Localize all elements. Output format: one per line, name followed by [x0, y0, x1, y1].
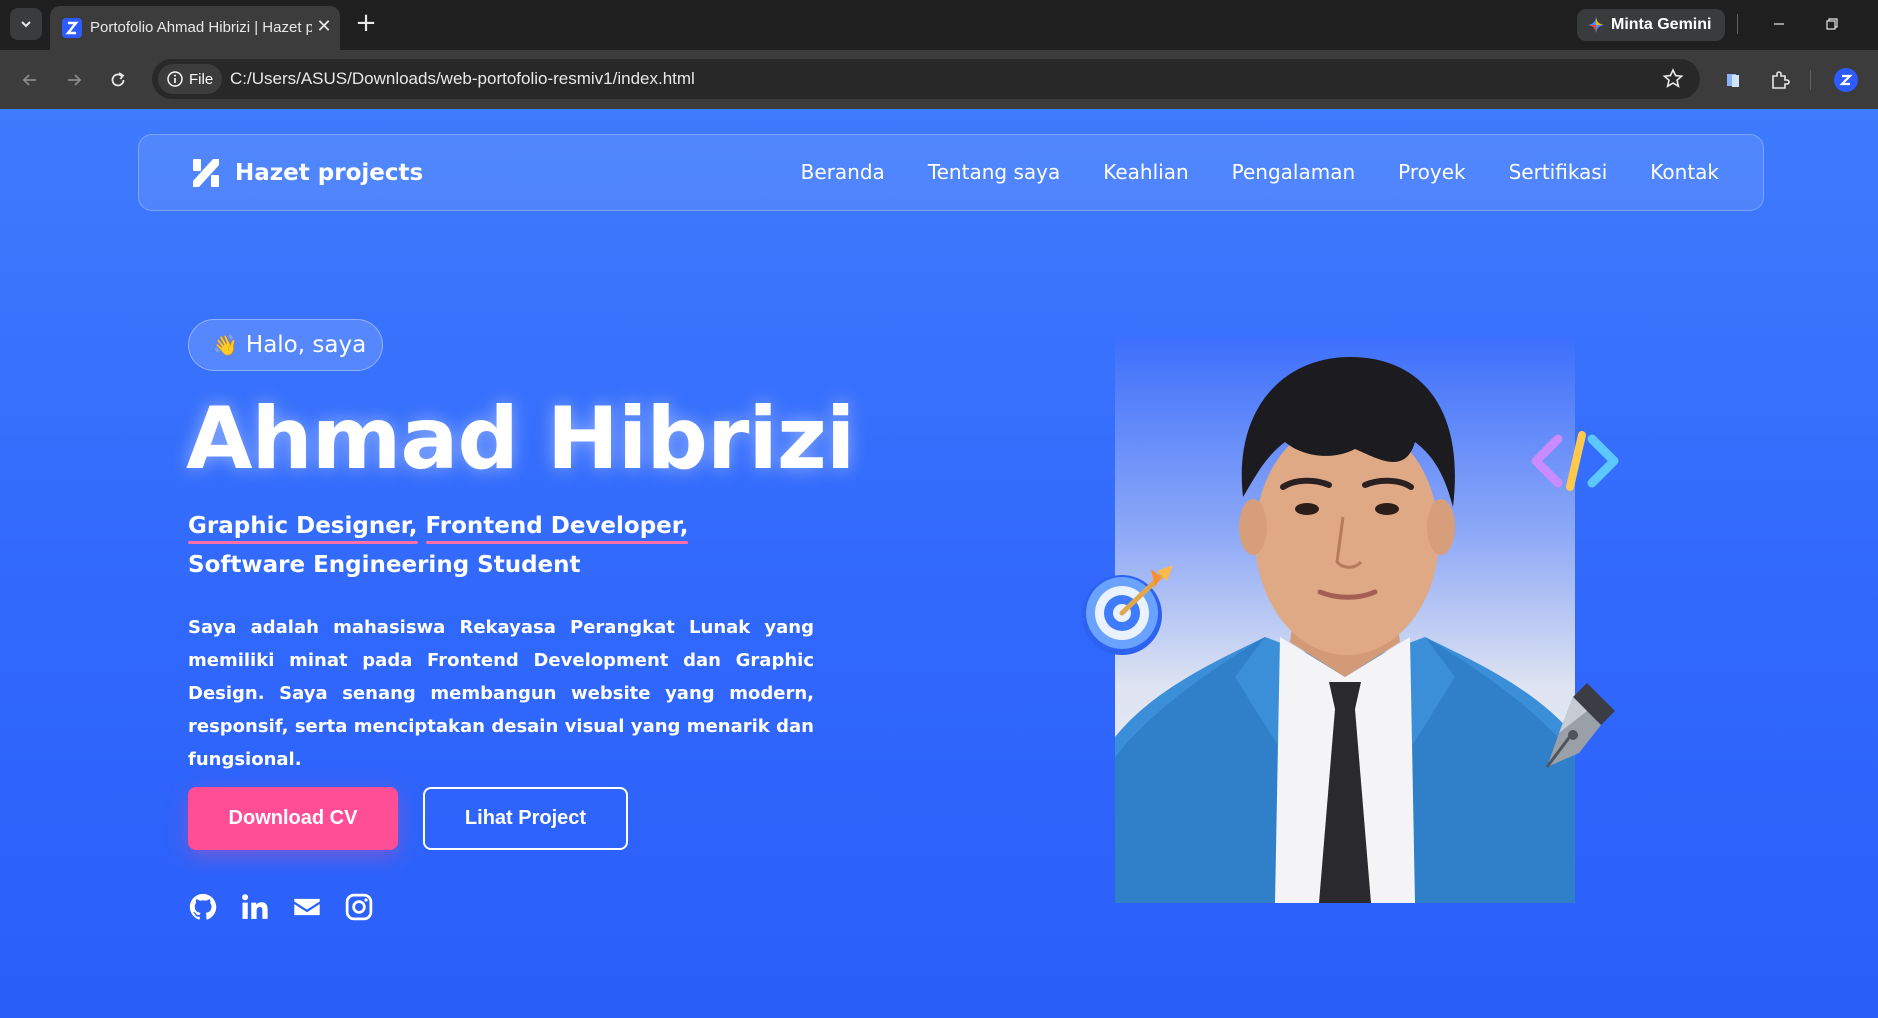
profile-photo [1115, 337, 1575, 903]
bookmark-star-icon[interactable] [1660, 66, 1686, 92]
site-info-chip[interactable]: File [158, 64, 222, 94]
chevron-down-icon [21, 21, 31, 28]
github-icon[interactable] [188, 892, 218, 922]
nav-link-beranda[interactable]: Beranda [801, 160, 885, 184]
brand-logo-link[interactable]: Hazet projects [191, 157, 423, 189]
code-tag-icon [1531, 431, 1619, 491]
linkedin-icon[interactable] [240, 892, 270, 922]
nav-link-kontak[interactable]: Kontak [1650, 160, 1719, 184]
reading-list-icon[interactable] [1719, 66, 1747, 94]
toolbar-divider [1810, 70, 1811, 90]
nav-links: Beranda Tentang saya Keahlian Pengalaman… [801, 160, 1719, 184]
instagram-icon[interactable] [344, 892, 374, 922]
gemini-label: Minta Gemini [1611, 16, 1712, 33]
browser-toolbar: File C:/Users/ASUS/Downloads/web-portofo… [0, 50, 1878, 109]
site-navbar: Hazet projects Beranda Tentang saya Keah… [138, 134, 1764, 211]
window-controls-divider [1737, 14, 1738, 34]
tab-title: Portofolio Ahmad Hibrizi | Hazet project… [90, 19, 312, 36]
gemini-button[interactable]: Minta Gemini [1577, 9, 1725, 41]
hero-roles: Graphic Designer, Frontend Developer, So… [188, 507, 928, 585]
favicon-icon [62, 18, 82, 38]
target-dart-icon [1082, 565, 1173, 655]
nav-link-pengalaman[interactable]: Pengalaman [1232, 160, 1356, 184]
reload-button[interactable] [102, 64, 134, 96]
download-cv-button[interactable]: Download CV [188, 787, 398, 850]
hero-description: Saya adalah mahasiswa Rekayasa Perangkat… [188, 617, 814, 770]
browser-tab-active[interactable]: Portofolio Ahmad Hibrizi | Hazet project… [50, 6, 340, 50]
restore-window-icon[interactable] [1818, 10, 1846, 38]
role-graphic-designer: Graphic Designer, [188, 507, 418, 546]
social-links [188, 892, 374, 922]
nav-link-sertifikasi[interactable]: Sertifikasi [1509, 160, 1608, 184]
pen-nib-icon [1545, 683, 1615, 768]
url-text[interactable]: C:/Users/ASUS/Downloads/web-portofolio-r… [230, 69, 695, 89]
greeting-text: Halo, saya [245, 332, 367, 358]
portfolio-page: Hazet projects Beranda Tentang saya Keah… [0, 109, 1878, 1018]
minimize-window-icon[interactable] [1765, 10, 1793, 38]
email-icon[interactable] [292, 892, 322, 922]
nav-link-tentang-saya[interactable]: Tentang saya [928, 160, 1060, 184]
close-tab-icon[interactable]: ✕ [314, 16, 334, 38]
browser-tab-bar: Portofolio Ahmad Hibrizi | Hazet project… [0, 0, 1878, 50]
forward-button[interactable] [58, 64, 90, 96]
profile-avatar[interactable] [1832, 66, 1860, 94]
waving-hand-icon: 👋 [213, 333, 238, 357]
view-project-button[interactable]: Lihat Project [423, 787, 628, 850]
hero-name: Ahmad Hibrizi [186, 389, 855, 489]
reload-icon [111, 72, 125, 87]
nav-link-proyek[interactable]: Proyek [1398, 160, 1465, 184]
hazet-logo-icon [193, 159, 219, 187]
role-frontend-developer: Frontend Developer, [425, 507, 688, 546]
info-icon [167, 71, 183, 87]
greeting-badge: 👋 Halo, saya [188, 319, 383, 371]
nav-link-keahlian[interactable]: Keahlian [1103, 160, 1188, 184]
arrow-left-icon [22, 74, 36, 86]
role-software-engineering-student: Software Engineering Student [188, 552, 581, 578]
file-chip-label: File [189, 70, 214, 88]
back-button[interactable] [14, 64, 46, 96]
sparkle-icon [1588, 17, 1604, 33]
address-bar[interactable]: File C:/Users/ASUS/Downloads/web-portofo… [152, 59, 1700, 99]
tab-search-button[interactable] [10, 8, 42, 40]
arrow-right-icon [68, 74, 82, 86]
new-tab-button[interactable]: + [352, 10, 380, 38]
brand-name: Hazet projects [235, 160, 424, 186]
extensions-puzzle-icon[interactable] [1766, 66, 1794, 94]
